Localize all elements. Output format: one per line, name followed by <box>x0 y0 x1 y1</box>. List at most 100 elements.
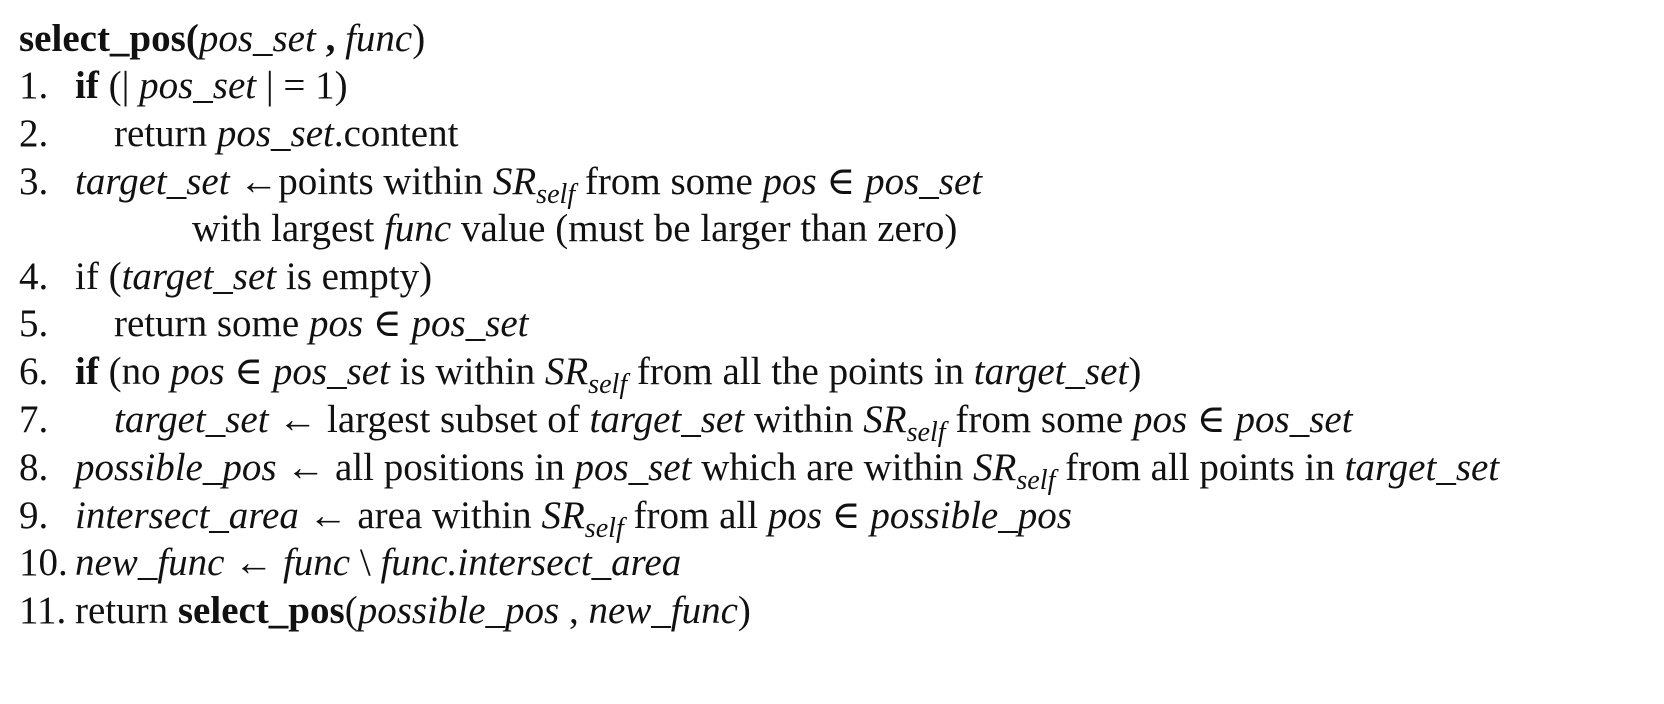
statement-text: which are within <box>691 446 974 489</box>
math-variable: SR <box>863 398 907 441</box>
line-number: 6. <box>19 350 49 393</box>
statement-text: from some <box>945 398 1133 441</box>
algorithm-line: with largest func value (must be larger … <box>0 204 1664 254</box>
algorithm-line: 1. if (| pos_set | = 1) <box>0 61 1664 111</box>
statement-text: ∈ <box>816 160 866 203</box>
open-paren: ( <box>185 17 199 60</box>
line-number: 11. <box>19 589 67 632</box>
algorithm-line: 5. return some pos ∈ pos_set <box>0 299 1664 349</box>
statement-text: ( <box>344 589 358 632</box>
math-variable: pos_set <box>574 446 692 489</box>
line-statement: intersect_area ← area within SRself from… <box>75 491 1072 543</box>
statement-text: from some <box>575 160 763 203</box>
statement-text: ∈ <box>224 350 273 393</box>
math-variable: SR <box>973 446 1017 489</box>
statement-text: ← <box>224 541 283 584</box>
statement-text: ) <box>1128 350 1142 393</box>
statement-text: ∈ <box>822 494 871 537</box>
argument-func: func <box>345 17 413 60</box>
line-statement: target_set ←points within SRself from so… <box>75 157 983 209</box>
math-variable: pos_set <box>272 350 390 393</box>
math-variable: target_set <box>75 160 230 203</box>
math-variable: pos <box>170 350 225 393</box>
statement-text: \ <box>350 541 381 584</box>
statement-text: return <box>114 112 217 155</box>
argument-pos-set: pos_set <box>198 17 316 60</box>
math-variable: pos_set <box>216 112 334 155</box>
line-statement: target_set ← largest subset of target_se… <box>114 395 1353 447</box>
algorithm-line: 11. return select_pos(possible_pos , new_… <box>0 586 1664 636</box>
math-variable: pos_set <box>865 160 983 203</box>
math-variable: pos <box>1132 398 1188 441</box>
algorithm-line: 9. intersect_area ← area within SRself fr… <box>0 491 1664 543</box>
algorithm-line: 10. new_func ← func \ func.intersect_area <box>0 538 1664 588</box>
line-number: 4. <box>19 255 49 298</box>
math-variable: pos_set <box>1235 398 1353 441</box>
statement-text: from all <box>623 494 768 537</box>
line-statement: possible_pos ← all positions in pos_set … <box>75 443 1500 495</box>
algorithm-line: 4. if (target_set is empty) <box>0 252 1664 302</box>
math-variable: func <box>384 207 452 250</box>
math-variable: target_set <box>114 398 269 441</box>
math-variable: possible_pos <box>75 446 277 489</box>
line-statement: if (| pos_set | = 1) <box>75 61 348 111</box>
statement-text: from all the points in <box>627 350 974 393</box>
line-number: 5. <box>19 302 49 345</box>
statement-text: is empty) <box>276 255 433 298</box>
algorithm-line: 3. target_set ←points within SRself from … <box>0 157 1664 209</box>
statement-text: within <box>744 398 864 441</box>
statement-text: if ( <box>75 255 122 298</box>
math-variable: target_set <box>1344 446 1500 489</box>
statement-text: (no <box>98 350 171 393</box>
statement-text: .content <box>333 112 459 155</box>
statement-text: ←points within <box>229 160 493 203</box>
statement-text: return <box>75 589 178 632</box>
math-variable: pos_set <box>139 64 257 107</box>
statement-text: ← all positions in <box>276 446 575 489</box>
math-variable: SR <box>492 160 537 203</box>
line-statement: if (target_set is empty) <box>75 252 432 302</box>
algorithm-header: select_pos(pos_set , func) <box>19 14 425 64</box>
math-variable: new_func <box>75 541 225 584</box>
function-name: select_pos <box>19 17 186 60</box>
line-number: 7. <box>19 398 49 441</box>
math-variable: target_set <box>589 398 745 441</box>
line-statement: return some pos ∈ pos_set <box>114 299 529 349</box>
line-number: 3. <box>19 160 49 203</box>
statement-text: with largest <box>192 207 385 250</box>
algorithm-line: 6. if (no pos ∈ pos_set is within SRself … <box>0 347 1664 399</box>
statement-text: ← largest subset of <box>268 398 590 441</box>
math-variable: possible_pos <box>870 494 1072 537</box>
math-variable: possible_pos <box>357 589 560 632</box>
keyword: if <box>75 64 99 107</box>
math-variable: new_func <box>588 589 738 632</box>
statement-text: ← area within <box>298 494 542 537</box>
math-variable: intersect_area <box>75 494 299 537</box>
line-number: 9. <box>19 494 49 537</box>
statement-text: | = 1) <box>256 64 348 107</box>
statement-text: is within <box>389 350 545 393</box>
line-statement: if (no pos ∈ pos_set is within SRself fr… <box>75 347 1142 399</box>
statement-text: (| <box>98 64 140 107</box>
math-variable: SR <box>541 494 585 537</box>
keyword: if <box>75 350 99 393</box>
line-statement: return select_pos(possible_pos , new_fun… <box>75 586 751 636</box>
line-number: 2. <box>19 112 49 155</box>
math-variable: pos <box>762 160 817 203</box>
statement-text: from all points in <box>1055 446 1345 489</box>
keyword: select_pos <box>177 589 345 632</box>
math-variable: pos <box>767 494 822 537</box>
line-number: 10. <box>19 541 68 584</box>
line-statement: return pos_set.content <box>114 109 458 159</box>
close-paren: ) <box>412 17 426 60</box>
line-number: 1. <box>19 64 49 107</box>
algorithm-listing: select_pos(pos_set , func) 1. if (| pos_s… <box>0 0 1664 704</box>
math-variable: func.intersect_area <box>380 541 682 584</box>
argument-separator: , <box>315 17 346 60</box>
algorithm-line: 8. possible_pos ← all positions in pos_se… <box>0 443 1664 495</box>
statement-text: return some <box>114 302 309 345</box>
statement-text: value (must be larger than zero) <box>451 207 958 250</box>
math-variable: target_set <box>121 255 277 298</box>
math-variable: func <box>282 541 351 584</box>
algorithm-line: 2. return pos_set.content <box>0 109 1664 159</box>
